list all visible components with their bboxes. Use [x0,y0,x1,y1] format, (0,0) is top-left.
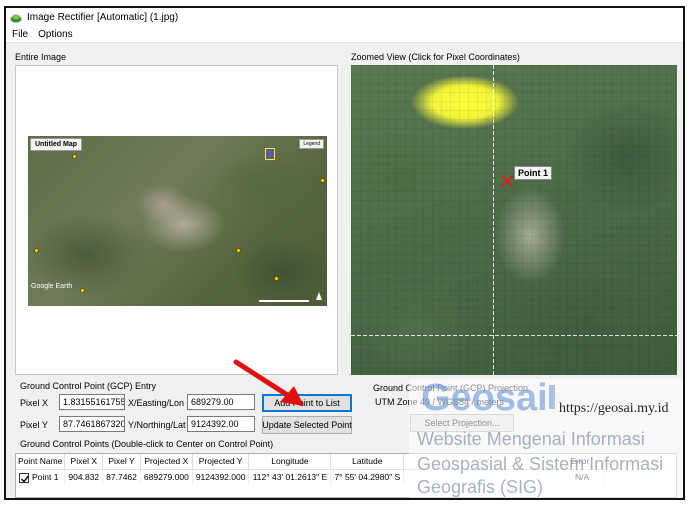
points-table-title: Ground Control Points (Double-click to C… [20,439,274,449]
column-header[interactable]: Projected X [140,454,193,470]
menu-bar: File Options [6,27,683,43]
map-pin-icon [236,248,241,253]
map-pin-icon [320,178,325,183]
pixel-x-cell: 904.832 [64,469,104,485]
watermark-line-1: Website Mengenai Informasi [417,429,645,449]
northing-input[interactable]: 9124392.00 [187,416,255,432]
projection-value: UTM Zone 49 / WGS84 / meters [375,397,505,407]
menu-options[interactable]: Options [38,29,72,40]
map-pin-icon [34,248,39,253]
control-point-marker-icon [501,175,513,187]
title-bar: Image Rectifier [Automatic] (1.jpg) [6,8,683,27]
column-header[interactable]: Projected Y [192,454,250,470]
view-extent-marker [265,148,275,160]
points-table[interactable]: Point Name Pixel X Pixel Y Projected X P… [15,453,677,498]
point-enabled-checkbox[interactable] [19,472,30,483]
northing-label: Y/Northing/Lat [128,420,186,430]
scale-bar [259,300,309,302]
zoomed-view-panel[interactable]: Point 1 [351,65,677,375]
map-title-box: Untitled Map [30,138,82,151]
app-logo-icon [10,13,22,23]
projected-y-cell: 9124392.000 [192,469,250,485]
column-header[interactable]: Point Name [16,454,66,470]
easting-label: X/Easting/Lon [128,398,185,408]
menu-file[interactable]: File [12,29,28,40]
error-cell: N/A [403,469,605,485]
google-earth-attribution: Google Earth [31,283,73,290]
image-rectifier-window: Image Rectifier [Automatic] (1.jpg) File… [4,6,685,500]
entire-image-panel[interactable]: Untitled Map Legend Google Earth [15,65,338,375]
map-pin-icon [72,154,77,159]
north-arrow-icon [316,292,322,300]
pixel-y-input[interactable]: 87.7461867320 [59,416,125,432]
column-header[interactable]: Pixel X [64,454,104,470]
pixel-x-input[interactable]: 1.831551617556 [59,394,125,410]
window-title: Image Rectifier [Automatic] (1.jpg) [27,12,179,23]
map-pin-icon [274,276,279,281]
watermark-url: https://geosai.my.id [559,401,669,416]
point-name: Point 1 [32,471,59,482]
column-header[interactable]: Longitude [248,454,332,470]
longitude-cell: 112° 43' 01.2613" E [248,469,332,485]
map-thumbnail[interactable]: Untitled Map Legend Google Earth [28,136,327,306]
pixel-y-label: Pixel Y [20,420,48,430]
projected-x-cell: 689279.000 [140,469,193,485]
point-name-cell[interactable]: Point 1 [16,469,66,485]
column-header[interactable]: Error [403,454,605,470]
column-header[interactable]: Latitude [330,454,405,470]
annotation-arrow-icon [233,359,304,406]
table-row[interactable]: Point 1 904.832 87.7462 689279.000 91243… [16,469,605,485]
pixel-grid [351,65,677,375]
crosshair-vertical [493,65,494,375]
select-projection-button[interactable]: Select Projection... [410,414,514,432]
crosshair-horizontal [351,335,677,336]
update-selected-point-button[interactable]: Update Selected Point [262,416,352,434]
map-pin-icon [80,288,85,293]
gcp-projection-title: Ground Control Point (GCP) Projection [373,383,529,393]
watermark-logo-icon [547,383,557,411]
pixel-y-cell: 87.7462 [102,469,141,485]
entire-image-label: Entire Image [15,52,67,62]
gcp-entry-title: Ground Control Point (GCP) Entry [20,381,157,391]
zoomed-view-label: Zoomed View (Click for Pixel Coordinates… [351,52,520,62]
pixel-x-label: Pixel X [20,398,49,408]
control-point-label: Point 1 [514,166,553,180]
latitude-cell: 7° 55' 04.2980" S [330,469,405,485]
map-legend-box: Legend [299,139,324,149]
column-header[interactable]: Pixel Y [102,454,141,470]
